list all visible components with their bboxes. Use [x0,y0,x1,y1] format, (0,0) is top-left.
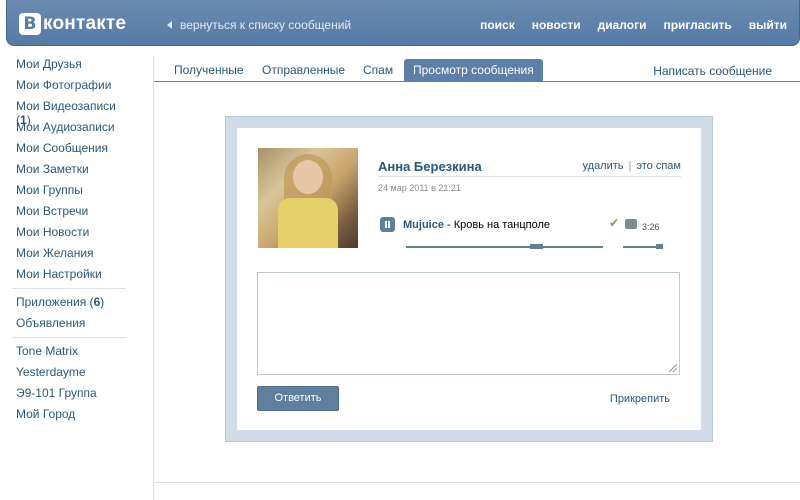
sidebar-item-label: Мои Друзья [16,57,82,71]
sidebar-item-label: Объявления [16,316,86,330]
sidebar-item-messages[interactable]: Мои Сообщения [16,141,131,162]
nav-news[interactable]: новости [532,18,581,32]
audio-separator: - [443,219,454,231]
sidebar-item-photos[interactable]: Мои Фотографии [16,78,131,99]
audio-track: Mujuice - Кровь на танцполе [403,219,550,231]
volume-slider-handle[interactable] [655,244,663,249]
sidebar-item-label: Мои Встречи [16,204,89,218]
check-icon[interactable]: ✔ [609,216,619,230]
main-bottom-divider [154,482,800,483]
tab-received[interactable]: Полученные [165,59,253,82]
back-to-messages-link[interactable]: вернуться к списку сообщений [167,18,351,32]
sidebar-item-news[interactable]: Мои Новости [16,225,131,246]
sidebar-bookmark[interactable]: Tone Matrix [16,344,131,365]
tab-spam[interactable]: Спам [354,59,402,82]
sidebar-bookmark[interactable]: Мой Город [16,407,131,428]
sidebar-item-label: Мои Заметки [16,162,89,176]
message-card: Анна Березкина удалить | это спам 24 мар 2… [237,128,701,430]
sidebar-item-wishes[interactable]: Мои Желания [16,246,131,267]
main-content: Полученные Отправленные Спам Просмотр со… [153,56,800,500]
sidebar-item-label: Мои Аудиозаписи [16,120,115,134]
top-header: В контакте вернуться к списку сообщений … [6,0,800,46]
tab-view-message[interactable]: Просмотр сообщения [404,59,543,82]
pause-icon[interactable] [380,217,395,232]
sidebar-item-label: Приложения [16,295,87,309]
back-link-label: вернуться к списку сообщений [180,18,352,32]
nav-logout[interactable]: выйти [749,18,787,32]
sidebar-item-settings[interactable]: Мои Настройки [16,267,131,288]
sidebar-bookmark[interactable]: Yesterdayme [16,365,131,386]
sidebar: Мои Друзья Мои Фотографии Мои Видеозапис… [12,57,131,428]
delete-link[interactable]: удалить [583,160,624,172]
sidebar-item-groups[interactable]: Мои Группы [16,183,131,204]
header-divider [378,176,681,177]
sidebar-item-label: Мои Сообщения [16,141,108,155]
audio-title: Кровь на танцполе [453,219,551,231]
reply-button[interactable]: Ответить [257,386,339,411]
sidebar-bookmark[interactable]: Э9-101 Группа [16,386,131,407]
avatar[interactable] [258,148,358,248]
sidebar-item-label: Мои Фотографии [16,78,112,92]
sidebar-item-ads[interactable]: Объявления [16,316,131,337]
audio-progress-handle[interactable] [529,244,543,249]
sidebar-item-label: Мои Новости [16,225,90,239]
message-tabs: Полученные Отправленные Спам Просмотр со… [154,56,800,82]
attach-link[interactable]: Прикрепить [610,393,670,405]
message-date: 24 мар 2011 в 21:21 [378,183,461,193]
sidebar-divider [12,288,126,289]
audio-artist[interactable]: Mujuice [403,219,444,231]
message-frame: Анна Березкина удалить | это спам 24 мар 2… [225,116,713,442]
avatar-face [293,160,323,194]
resize-grip-icon[interactable] [669,364,677,372]
tab-sent[interactable]: Отправленные [253,59,354,82]
spam-link[interactable]: это спам [636,160,681,172]
sidebar-item-events[interactable]: Мои Встречи [16,204,131,225]
sidebar-item-apps[interactable]: Приложения (6) [16,295,131,316]
sidebar-item-videos[interactable]: Мои Видеозаписи (1) [16,99,131,127]
nav-dialogs[interactable]: диалоги [598,18,647,32]
arrow-left-icon [167,21,172,29]
vk-logo[interactable]: В контакте [19,13,126,35]
volume-icon[interactable] [625,219,637,229]
author-name[interactable]: Анна Березкина [378,159,482,174]
sidebar-item-friends[interactable]: Мои Друзья [16,57,131,78]
sidebar-item-label: Мои Видеозаписи [16,99,116,113]
nav-search[interactable]: поиск [480,18,515,32]
message-actions: удалить | это спам [583,160,681,172]
sidebar-item-audio[interactable]: Мои Аудиозаписи [16,120,131,141]
sidebar-item-notes[interactable]: Мои Заметки [16,162,131,183]
reply-textarea[interactable] [257,272,680,375]
nav-invite[interactable]: пригласить [663,18,731,32]
logo-text: контакте [43,13,127,34]
audio-duration: 3:26 [642,222,660,232]
sidebar-item-label: Мои Группы [16,183,83,197]
top-nav: поиск новости диалоги пригласить выйти [463,18,787,32]
write-message-link[interactable]: Написать сообщение [653,64,772,78]
apps-count: 6 [93,295,101,309]
sidebar-item-label: Мои Настройки [16,267,102,281]
avatar-body [278,198,338,248]
logo-letter: В [19,13,41,35]
action-separator: | [628,160,632,172]
audio-progress-track[interactable] [406,246,603,248]
sidebar-item-label: Мои Желания [16,246,94,260]
sidebar-divider [12,337,126,338]
